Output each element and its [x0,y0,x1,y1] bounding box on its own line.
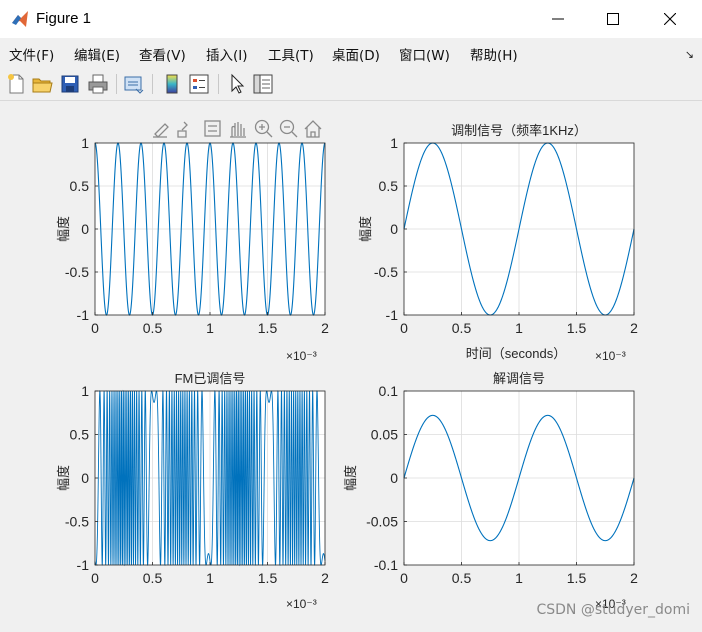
y-tick-label: -0.5 [65,514,89,530]
x-tick-label: 0 [91,320,99,336]
x-tick-label: 1 [515,570,523,586]
close-button[interactable] [644,0,696,38]
y-tick-label: 0 [81,470,89,486]
x-tick-label: 1.5 [567,320,587,336]
x-tick-label: 2 [630,570,638,586]
plots-svg: 0 0.5 1 1.5 2 -1 -0.5 0 0.5 1 幅度 ×10⁻³ 0 0.5 1 1.5 2 -… [56,119,638,611]
zoom-out-icon[interactable] [279,119,298,138]
x-tick-label: 0.5 [143,570,163,586]
y-axis-label: 幅度 [343,465,358,491]
menu-edit[interactable]: 编辑(E) [74,44,120,64]
y-axis-label: 幅度 [56,216,71,242]
plot-title: 解调信号 [493,371,545,386]
toolbar-separator [218,74,219,94]
print-icon[interactable] [86,72,110,96]
subplot-demodulated-signal: 0 0.5 1 1.5 2-0.1-0.0500.050.1 解调信号 幅度 ×10⁻³ [343,371,638,611]
toolbar-separator [152,74,153,94]
watermark: CSDN @studyer_domi [536,602,690,618]
menu-tools[interactable]: 工具(T) [268,44,314,64]
menu-file[interactable]: 文件(F) [9,44,54,64]
toolbar-separator [116,74,117,94]
x-tick-label: 0.5 [452,570,472,586]
x-tick-label: 1 [206,320,214,336]
plot-title: 调制信号（频率1KHz） [451,123,587,138]
minimize-icon [552,18,564,20]
y-tick-label: -0.5 [65,264,89,280]
y-tick-label: 0.5 [70,427,90,443]
y-tick-label: 1 [81,383,89,399]
y-axis-label: 幅度 [56,465,71,491]
y-tick-label: -0.5 [374,264,398,280]
y-tick-label: -1 [77,557,90,573]
y-tick-label: 1 [390,135,398,151]
y-tick-label: -0.1 [374,557,398,573]
legend-icon[interactable] [187,72,211,96]
menu-insert[interactable]: 插入(I) [206,44,248,64]
y-axis-label: 幅度 [358,216,373,242]
y-tick-label: 0.1 [379,383,399,399]
y-tick-label: 0.5 [70,178,90,194]
link-icon[interactable] [122,72,146,96]
open-file-icon[interactable] [30,72,54,96]
x-tick-label: 2 [321,320,329,336]
new-figure-icon[interactable] [4,72,28,96]
y-tick-label: 0 [390,470,398,486]
axes-toolbar [153,119,322,138]
brush-edit-icon[interactable] [153,123,169,138]
subplot-fm-signal: 0 0.5 1 1.5 2 -1 -0.5 0 0.5 1 FM已调信号 幅度 ×10⁻³ [56,371,329,611]
close-icon [664,13,676,25]
subplot-message-signal: 0 0.5 1 1.5 2 -1 -0.5 0 0.5 1 调制信号（频率1KHz） 时间（sec… [358,123,638,363]
y-tick-label: 0 [390,221,398,237]
x-tick-label: 2 [321,570,329,586]
x-tick-label: 0.5 [143,320,163,336]
dock-figure-icon[interactable]: ↘ [685,48,694,61]
plot-title: FM已调信号 [175,371,246,386]
menu-help[interactable]: 帮助(H) [470,44,518,64]
pan-hand-icon[interactable] [230,122,246,138]
maximize-button[interactable] [587,0,639,38]
y-tick-label: 0.05 [371,427,398,443]
figure-canvas: 0 0.5 1 1.5 2 -1 -0.5 0 0.5 1 幅度 ×10⁻³ 0 0.5 1 1.5 2 -… [0,101,702,628]
pointer-icon[interactable] [225,72,249,96]
maximize-icon [607,13,619,25]
data-brush-icon[interactable] [177,121,188,138]
datatip-icon[interactable] [204,120,221,137]
x-tick-label: 0.5 [452,320,472,336]
x-tick-label: 0 [400,570,408,586]
menu-bar: 文件(F) 编辑(E) 查看(V) 插入(I) 工具(T) 桌面(D) 窗口(W… [0,38,702,68]
y-tick-label: 0.5 [379,178,399,194]
y-tick-label: -0.05 [366,514,398,530]
window-title: Figure 1 [36,10,92,27]
x-exponent-label: ×10⁻³ [595,349,626,363]
menu-view[interactable]: 查看(V) [139,44,186,64]
x-tick-label: 0 [91,570,99,586]
menu-window[interactable]: 窗口(W) [399,44,450,64]
save-icon[interactable] [58,72,82,96]
property-inspector-icon[interactable] [251,72,275,96]
x-tick-label: 1 [206,570,214,586]
x-exponent-label: ×10⁻³ [286,349,317,363]
x-axis-label: 时间（seconds） [466,346,566,361]
x-tick-label: 2 [630,320,638,336]
minimize-button[interactable] [532,0,584,38]
menu-desktop[interactable]: 桌面(D) [332,44,380,64]
colorbar-icon[interactable] [160,72,184,96]
y-tick-label: -1 [77,307,90,323]
x-tick-label: 1.5 [567,570,587,586]
matlab-logo-icon [12,11,28,27]
x-tick-label: 1 [515,320,523,336]
figure-toolbar [0,68,702,101]
x-tick-label: 1.5 [258,320,278,336]
zoom-in-icon[interactable] [254,119,273,138]
title-bar: Figure 1 [0,0,702,39]
x-tick-label: 0 [400,320,408,336]
home-icon[interactable] [304,120,322,138]
x-exponent-label: ×10⁻³ [286,597,317,611]
y-tick-label: -1 [386,307,399,323]
y-tick-label: 0 [81,221,89,237]
subplot-carrier: 0 0.5 1 1.5 2 -1 -0.5 0 0.5 1 幅度 ×10⁻³ [56,135,329,363]
x-tick-label: 1.5 [258,570,278,586]
y-tick-label: 1 [81,135,89,151]
